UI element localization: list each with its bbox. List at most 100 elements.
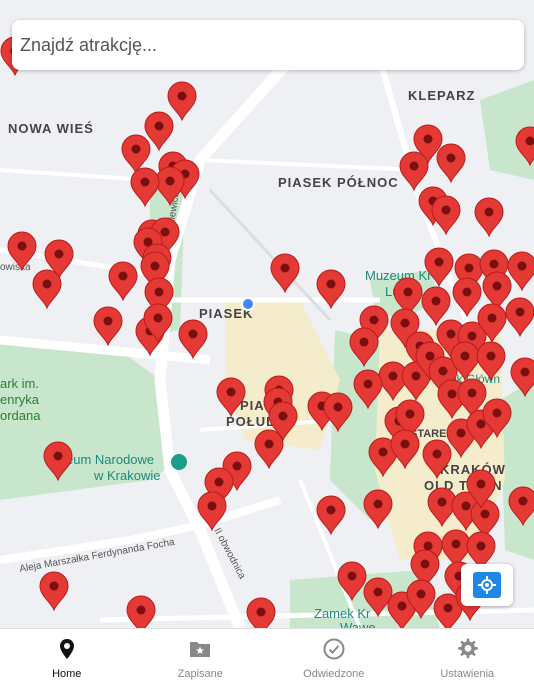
attraction-pin-dot — [404, 288, 413, 297]
attraction-pin-dot — [132, 145, 141, 154]
nav-visited[interactable]: Odwiedzone — [267, 629, 401, 681]
search-bar[interactable] — [12, 20, 524, 70]
nav-saved[interactable]: Zapisane — [134, 629, 268, 681]
attraction-pin-dot — [348, 572, 357, 581]
attraction-pin-dot — [166, 177, 175, 186]
label-nowa-wies: NOWA WIEŚ — [8, 121, 94, 136]
attraction-pin-dot — [389, 372, 398, 381]
attraction-pin-dot — [410, 162, 419, 171]
attraction-pin-dot — [442, 206, 451, 215]
attraction-pin-dot — [432, 297, 441, 306]
map-pin-icon — [55, 637, 79, 661]
attraction-pin-dot — [360, 338, 369, 347]
attraction-pin-dot — [462, 502, 471, 511]
attraction-pin-dot — [281, 264, 290, 273]
attraction-pin-dot — [457, 429, 466, 438]
attraction-pin-dot — [417, 590, 426, 599]
attraction-pin-dot — [401, 319, 410, 328]
attraction-pin-dot — [55, 250, 64, 259]
attraction-pin-dot — [141, 178, 150, 187]
attraction-pin-dot — [189, 330, 198, 339]
nav-saved-label: Zapisane — [178, 668, 223, 680]
attraction-pin-dot — [518, 262, 527, 271]
attraction-pin-dot — [119, 272, 128, 281]
attraction-pin-dot — [433, 450, 442, 459]
nav-home-label: Home — [52, 668, 81, 680]
attraction-pin-dot — [233, 462, 242, 471]
attraction-pin-dot — [519, 497, 528, 506]
attraction-pin-dot — [364, 380, 373, 389]
attraction-pin-dot — [448, 390, 457, 399]
attraction-pin-dot — [334, 403, 343, 412]
attraction-pin-dot — [265, 440, 274, 449]
bottom-navigation: Home Zapisane Odwiedzone Ustawienia — [0, 628, 534, 681]
locate-button[interactable] — [461, 564, 513, 606]
attraction-pin-dot — [161, 228, 170, 237]
nav-home[interactable]: Home — [0, 629, 134, 681]
search-input[interactable] — [12, 20, 524, 70]
label-park-2: enryka — [0, 392, 40, 407]
attraction-pin-dot — [155, 288, 164, 297]
attraction-pin-dot — [439, 367, 448, 376]
label-zamek-1: Zamek Kr — [314, 606, 371, 621]
gear-icon — [455, 637, 479, 661]
attraction-pin-dot — [487, 352, 496, 361]
user-location-icon — [243, 299, 253, 309]
attraction-pin-dot — [477, 480, 486, 489]
label-zamek-2: Wawe... — [340, 620, 386, 628]
attraction-pin-dot — [465, 264, 474, 273]
attraction-pin-dot — [208, 502, 217, 511]
attraction-pin-dot — [435, 258, 444, 267]
attraction-pin-dot — [227, 388, 236, 397]
attraction-pin-dot — [468, 332, 477, 341]
attraction-pin-dot — [137, 606, 146, 615]
label-muzeum-krakowa-1: Muzeum Kr — [365, 268, 432, 283]
attraction-pin-dot — [447, 154, 456, 163]
attraction-pin-dot — [493, 282, 502, 291]
attraction-pin-dot — [444, 604, 453, 613]
attraction-pin-dot — [516, 308, 525, 317]
attraction-pin-dot — [379, 448, 388, 457]
attraction-pin-dot — [279, 412, 288, 421]
label-muzeum-narodowe-1: eum Narodowe — [66, 452, 154, 467]
attraction-pin-dot — [477, 542, 486, 551]
attraction-pin-dot — [327, 506, 336, 515]
attraction-pin-dot — [398, 602, 407, 611]
locate-icon — [473, 572, 501, 598]
attraction-pin-dot — [374, 500, 383, 509]
map-view[interactable]: NOWA WIEŚ KLEPARZ PIASEK PÓŁNOC PIASEK P… — [0, 0, 534, 628]
nav-visited-label: Odwiedzone — [303, 668, 364, 680]
attraction-pin-dot — [488, 314, 497, 323]
attraction-pin-dot — [155, 122, 164, 131]
attraction-pin-dot — [452, 540, 461, 549]
attraction-pin-dot — [477, 420, 486, 429]
attraction-pin-dot — [468, 389, 477, 398]
attraction-pin-dot — [424, 542, 433, 551]
attraction-pin-dot — [54, 452, 63, 461]
attraction-pin-dot — [463, 288, 472, 297]
attraction-pin-dot — [481, 510, 490, 519]
attraction-pin-dot — [18, 242, 27, 251]
label-park-1: ark im. — [0, 376, 39, 391]
nav-settings-label: Ustawienia — [440, 668, 494, 680]
folder-star-icon — [188, 637, 212, 661]
attraction-pin-dot — [424, 135, 433, 144]
nav-settings[interactable]: Ustawienia — [401, 629, 534, 681]
attraction-pin-dot — [426, 352, 435, 361]
attraction-pin-dot — [43, 280, 52, 289]
attraction-pin-dot — [154, 314, 163, 323]
attraction-pin-dot — [50, 582, 59, 591]
check-circle-icon — [322, 637, 346, 661]
label-park-3: ordana — [0, 408, 41, 423]
attraction-pin-dot — [461, 352, 470, 361]
attraction-pin-dot — [421, 560, 430, 569]
attraction-pin-dot — [521, 368, 530, 377]
museum-icon — [171, 454, 187, 470]
attraction-pin-dot — [104, 317, 113, 326]
label-piasek-polnoc: PIASEK PÓŁNOC — [278, 175, 399, 190]
attraction-pin-dot — [178, 92, 187, 101]
label-kleparz: KLEPARZ — [408, 88, 475, 103]
attraction-pin-dot — [493, 409, 502, 418]
attraction-pin-dot — [257, 608, 266, 617]
attraction-pin-dot — [327, 280, 336, 289]
